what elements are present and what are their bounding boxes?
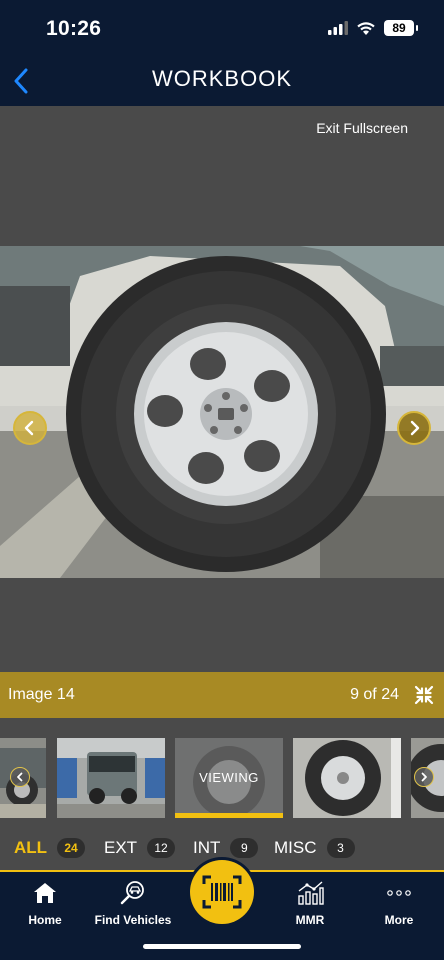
- chevron-right-icon: [421, 772, 427, 782]
- filter-ext[interactable]: EXT 12: [104, 838, 176, 858]
- exit-fullscreen-button[interactable]: Exit Fullscreen: [316, 120, 408, 136]
- image-counter: 9 of 24: [350, 686, 399, 703]
- filter-count: 24: [57, 838, 86, 858]
- chevron-left-icon: [17, 772, 23, 782]
- filter-int[interactable]: INT 9: [193, 838, 259, 858]
- thumbnails-prev-button[interactable]: [10, 767, 30, 787]
- filter-label: ALL: [14, 838, 48, 857]
- filter-all[interactable]: ALL 24: [14, 838, 86, 858]
- thumbnail[interactable]: [293, 738, 401, 818]
- status-bar: 10:26 89: [0, 0, 444, 56]
- filter-label: MISC: [274, 838, 317, 857]
- page-title: WORKBOOK: [151, 66, 292, 91]
- viewing-label: VIEWING: [199, 770, 259, 785]
- tab-mmr[interactable]: MMR: [260, 878, 360, 927]
- tab-find-vehicles[interactable]: Find Vehicles: [83, 878, 183, 927]
- nav-bar: WORKBOOK: [0, 56, 444, 106]
- home-icon: [30, 878, 60, 908]
- tab-home[interactable]: Home: [0, 878, 95, 927]
- filter-count: 9: [230, 838, 259, 858]
- filter-label: INT: [193, 838, 221, 857]
- tab-more[interactable]: More: [349, 878, 444, 927]
- status-icons: 89: [328, 20, 418, 36]
- image-info-bar: Image 14 9 of 24: [0, 672, 444, 718]
- tab-label: Find Vehicles: [94, 913, 172, 927]
- filter-count: 12: [147, 838, 176, 858]
- image-title: Image 14: [8, 686, 75, 703]
- filter-misc[interactable]: MISC 3: [274, 838, 355, 858]
- next-image-button[interactable]: [397, 411, 431, 445]
- home-indicator: [143, 944, 301, 949]
- photo-viewer: Exit Fullscreen: [0, 106, 444, 672]
- wifi-icon: [357, 21, 375, 35]
- tab-label: MMR: [295, 913, 325, 927]
- wheel-photo-image: [0, 246, 444, 578]
- barcode-scan-icon: [202, 875, 242, 909]
- thumbnail-current[interactable]: VIEWING: [175, 738, 283, 818]
- thumbnails-next-button[interactable]: [414, 767, 434, 787]
- viewing-indicator: [175, 813, 283, 818]
- collapse-button[interactable]: [414, 685, 434, 705]
- thumbnail[interactable]: [57, 738, 165, 818]
- barcode-scan-button[interactable]: [190, 860, 254, 924]
- status-time: 10:26: [46, 17, 102, 40]
- chevron-left-icon: [24, 420, 34, 436]
- tab-label: Home: [28, 913, 62, 927]
- chevron-right-icon: [410, 420, 420, 436]
- more-dots-icon: [384, 878, 414, 908]
- tab-label: More: [384, 913, 414, 927]
- vehicle-photo: [0, 246, 444, 578]
- find-vehicles-icon: [118, 878, 148, 908]
- filter-label: EXT: [104, 838, 138, 857]
- previous-image-button[interactable]: [13, 411, 47, 445]
- collapse-icon: [414, 685, 434, 705]
- signal-icon: [328, 21, 348, 35]
- battery-icon: 89: [384, 20, 418, 36]
- thumbnail-strip: VIEWING: [0, 718, 444, 826]
- filter-count: 3: [326, 838, 355, 858]
- mmr-chart-icon: [295, 878, 325, 908]
